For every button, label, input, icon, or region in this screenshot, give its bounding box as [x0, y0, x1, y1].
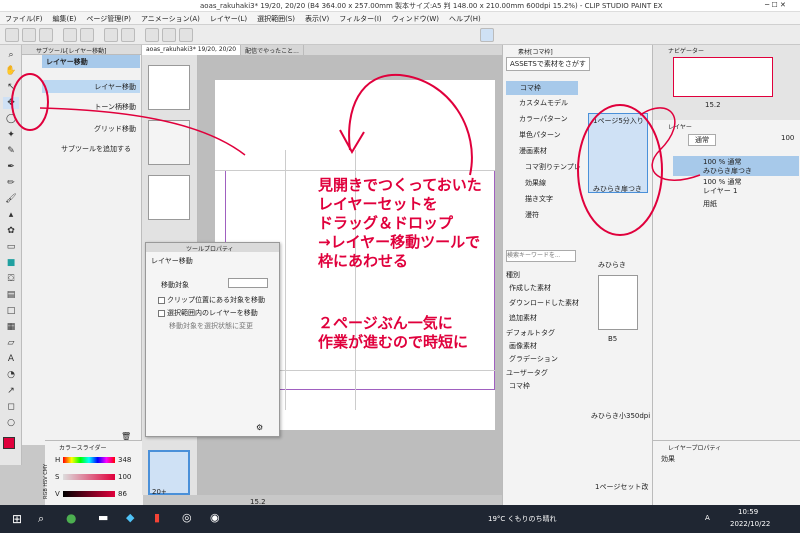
- ime-indicator[interactable]: A: [705, 514, 710, 522]
- annotation-line: ドラッグ＆ドロップ: [318, 214, 454, 232]
- annotation-line: 作業が進むので時短に: [318, 333, 469, 351]
- clock-time[interactable]: 10:59: [738, 508, 758, 516]
- clip-paint-icon[interactable]: ◉: [210, 511, 220, 524]
- clip-studio-icon[interactable]: ◎: [182, 511, 192, 524]
- annotation-line: レイヤーセットを: [318, 195, 438, 213]
- windows-start-icon[interactable]: ⊞: [12, 512, 22, 526]
- taskbar: ⊞ ⌕ ● ▬ ◆ ▮ ◎ ◉ 19°C くもりのち晴れ A 10:59 202…: [0, 505, 800, 533]
- office-icon[interactable]: ▮: [154, 511, 160, 524]
- annotation-circle-material: [577, 104, 663, 236]
- search-icon[interactable]: ⌕: [38, 512, 44, 526]
- annotation-text-block2: ２ページぶん一気に 作業が進むので時短に: [318, 314, 468, 352]
- store-icon[interactable]: ◆: [126, 511, 134, 524]
- annotation-line: →レイヤー移動ツールで: [318, 233, 481, 251]
- annotation-line: ２ページぶん一気に: [318, 314, 453, 332]
- annotation-arrowhead: [339, 129, 365, 155]
- annotation-line: 見開きでつくっておいた: [318, 176, 482, 194]
- explorer-icon[interactable]: ▬: [98, 511, 108, 524]
- clock-date[interactable]: 2022/10/22: [730, 520, 770, 528]
- annotation-line: 枠にあわせる: [318, 252, 409, 270]
- chrome-icon[interactable]: ●: [66, 511, 76, 525]
- annotation-curved-arrow: [348, 73, 473, 176]
- annotation-arrow-line: [39, 107, 246, 156]
- annotation-circle-tool: [11, 73, 49, 131]
- weather-widget[interactable]: 19°C くもりのち晴れ: [488, 514, 557, 524]
- annotation-text-block1: 見開きでつくっておいた レイヤーセットを ドラッグ＆ドロップ →レイヤー移動ツー…: [318, 176, 482, 271]
- annotation-link-layer: [639, 107, 701, 181]
